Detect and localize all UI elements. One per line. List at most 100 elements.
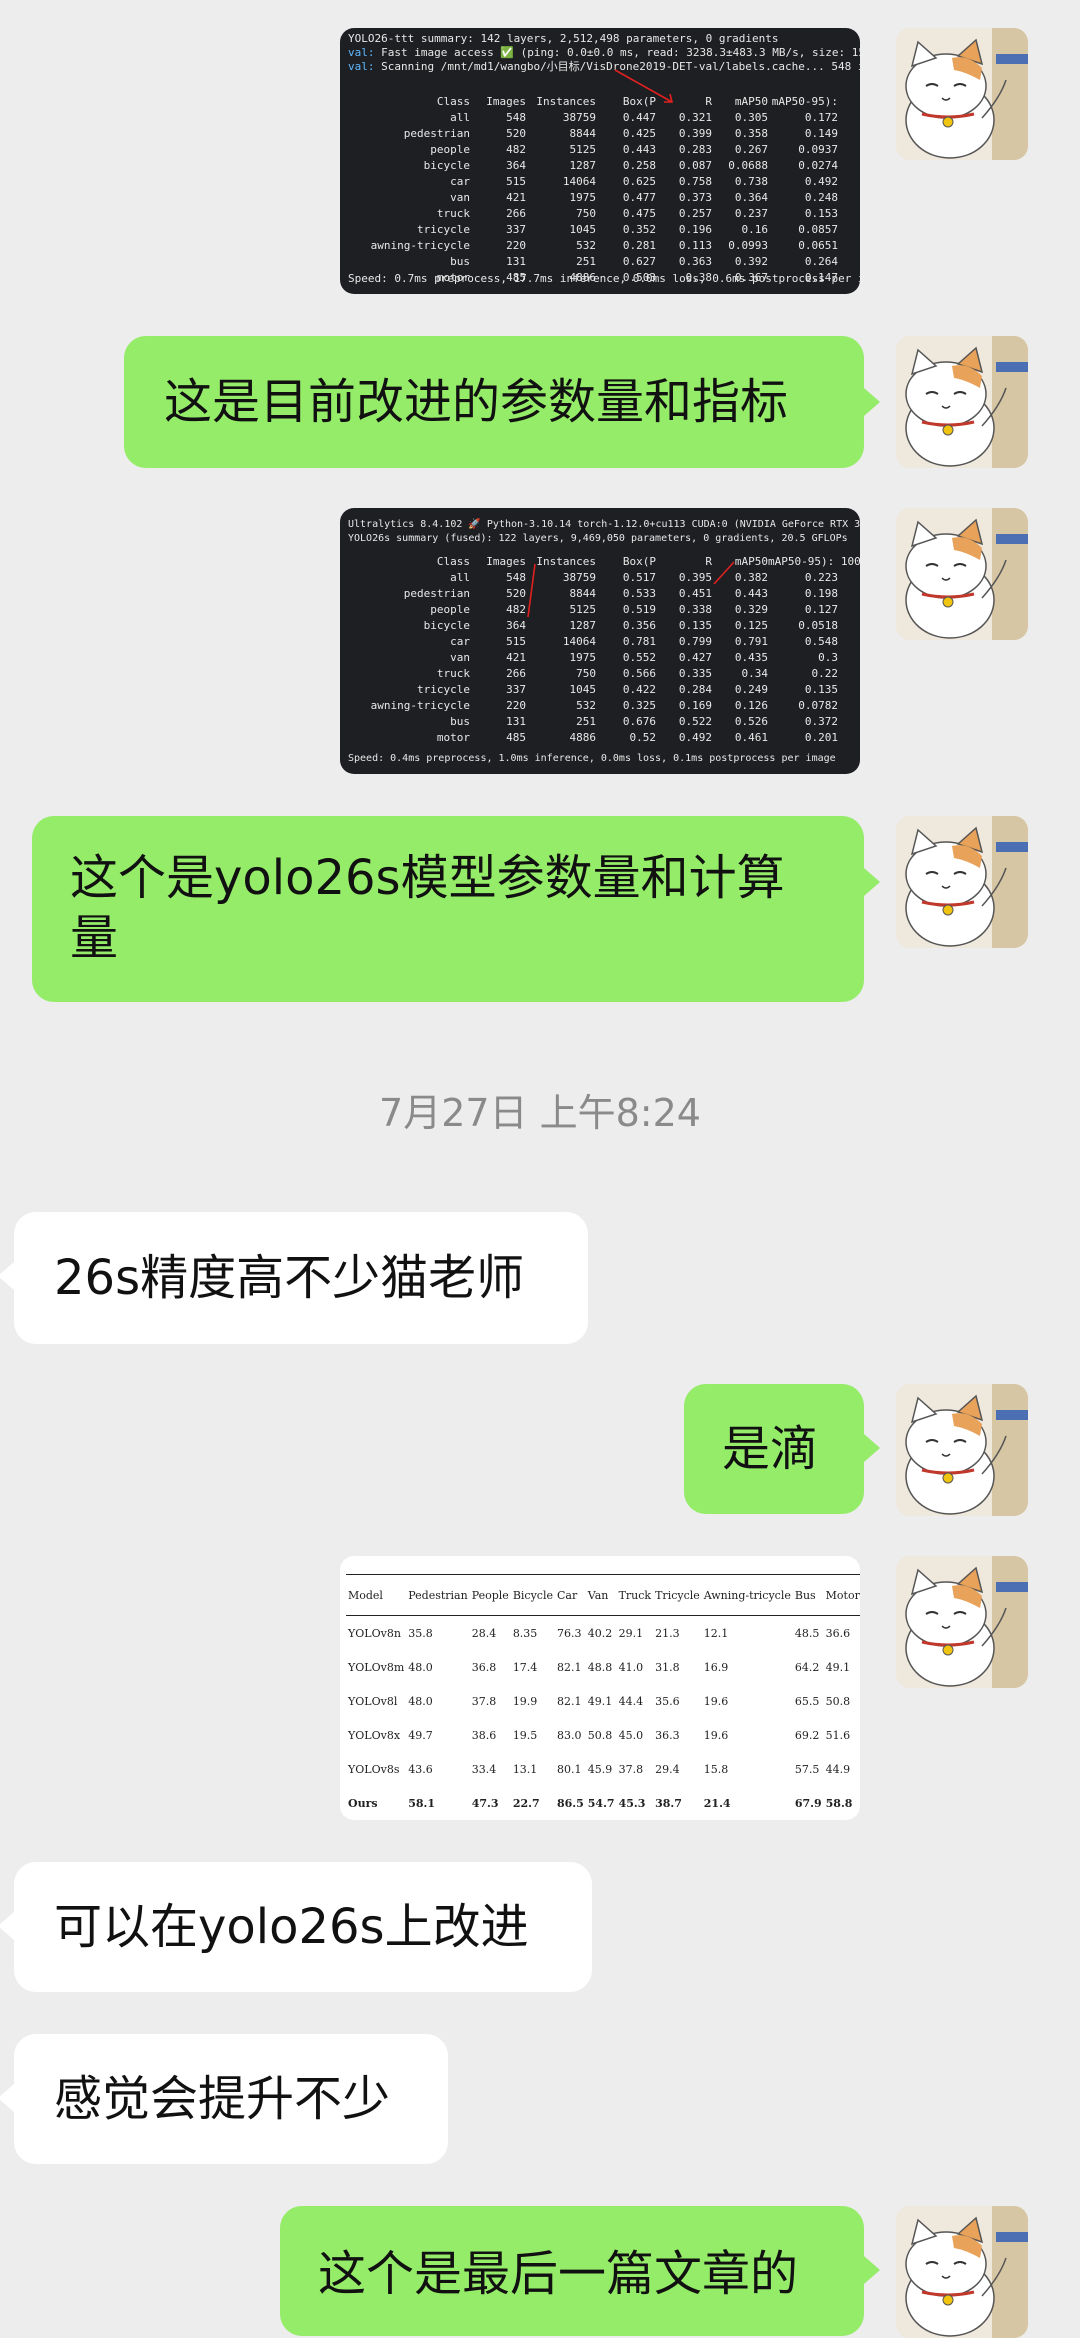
table-cell: 40.2 [587, 1626, 613, 1640]
table-cell: 45.9 [587, 1762, 613, 1776]
table-cell: 67.9 [792, 1786, 824, 1820]
metric-cell: 0.519 [622, 603, 656, 616]
message-bubble-sent[interactable]: 是滴 [684, 1384, 864, 1514]
paper-table-screenshot[interactable]: Model Pedestrian People Bicycle Car Van Truck T… [340, 1556, 860, 1820]
table-cell: 35.8 [408, 1626, 433, 1640]
message-text: 是滴 [722, 1421, 819, 1477]
metric-cell: 0.0782 [798, 699, 838, 712]
metric-cell: 532 [576, 239, 596, 252]
message-bubble-sent[interactable]: 这个是最后一篇文章的 [280, 2206, 864, 2336]
table-cell: 33.4 [471, 1762, 497, 1776]
metrics-row: pedestrian 520 8844 0.425 0.399 0.358 0.149 [360, 126, 838, 142]
metric-cell: 0.427 [678, 651, 712, 664]
avatar[interactable] [896, 336, 1028, 468]
metric-cell: mAP50-95): 100% [768, 555, 860, 568]
metric-cell: 0.281 [622, 239, 656, 252]
metric-cell: 0.196 [678, 223, 712, 236]
metric-cell: 0.0274 [798, 159, 838, 172]
metric-cell: 0.248 [804, 191, 838, 204]
table-cell: 41.0 [618, 1660, 644, 1674]
metric-cell: 0.127 [804, 603, 838, 616]
message-bubble-received[interactable]: 可以在yolo26s上改进 [14, 1862, 592, 1992]
table-cell: YOLOv8l [348, 1694, 398, 1708]
metric-cell: 0.34 [741, 667, 769, 680]
table-cell: 76.3 [556, 1626, 582, 1640]
metric-cell: 0.522 [678, 715, 712, 728]
metric-cell: 0.223 [804, 571, 838, 584]
table-cell: 80.1 [556, 1762, 582, 1776]
metric-cell: 548 [506, 571, 526, 584]
avatar[interactable] [896, 1556, 1028, 1688]
metric-cell: 0.237 [734, 207, 768, 220]
metrics-row: awning-tricycle 220 532 0.281 0.113 0.0993 0.0… [360, 238, 838, 254]
table-cell: 45.3 [616, 1786, 654, 1820]
table-cell: 37.8 [471, 1694, 497, 1708]
metric-cell: 0.0518 [798, 619, 838, 632]
table-header-cell: Model [346, 1574, 407, 1616]
metric-cell: 0.373 [678, 191, 712, 204]
table-cell: 58.1 [406, 1786, 470, 1820]
avatar[interactable] [896, 28, 1028, 160]
avatar[interactable] [896, 508, 1028, 640]
metric-cell: pedestrian [403, 127, 470, 140]
table-header-cell: People [469, 1574, 511, 1616]
metric-cell: van [450, 651, 470, 664]
terminal-screenshot-improved[interactable]: YOLO26-ttt summary: 142 layers, 2,512,49… [340, 28, 860, 294]
table-cell: 65.5 [794, 1694, 820, 1708]
message-text: 可以在yolo26s上改进 [54, 1899, 529, 1955]
metric-cell: 0.125 [734, 619, 768, 632]
message-text: 这个是yolo26s模型参数量和计算 [70, 850, 785, 906]
table-cell: 12.1 [703, 1626, 729, 1640]
avatar[interactable] [896, 816, 1028, 948]
metric-cell: 0.0651 [798, 239, 838, 252]
metrics-row: bicycle 364 1287 0.356 0.135 0.125 0.0518 [360, 618, 838, 634]
table-cell: 48.5 [794, 1626, 820, 1640]
metric-cell: 0.492 [804, 175, 838, 188]
metric-cell: motor [436, 731, 470, 744]
metric-cell: 0.52 [629, 731, 657, 744]
avatar[interactable] [896, 2206, 1028, 2338]
table-cell: 17.4 [512, 1660, 538, 1674]
metric-cell: 0.284 [678, 683, 712, 696]
metric-cell: 14064 [562, 635, 596, 648]
metric-cell: 0.283 [678, 143, 712, 156]
metric-cell: 0.799 [678, 635, 712, 648]
table-cell: 57.5 [794, 1762, 820, 1776]
metric-cell: people [430, 603, 470, 616]
metric-cell: 515 [506, 635, 526, 648]
message-bubble-sent[interactable]: 这个是yolo26s模型参数量和计算 量 [32, 816, 864, 1002]
table-cell: 21.3 [655, 1626, 680, 1640]
metrics-row: bus 131 251 0.676 0.522 0.526 0.372 [360, 714, 838, 730]
avatar[interactable] [896, 1384, 1028, 1516]
metric-cell: 0.126 [734, 699, 768, 712]
table-header-cell: Bus [792, 1574, 824, 1616]
metric-cell: mAP50 [734, 95, 768, 108]
metric-cell: 0.738 [734, 175, 768, 188]
metric-cell: 337 [506, 683, 526, 696]
metrics-row: awning-tricycle 220 532 0.325 0.169 0.126 0.07… [360, 698, 838, 714]
metric-cell: 0.087 [678, 159, 712, 172]
bubble-tail [0, 1912, 14, 1940]
metric-cell: 14064 [562, 175, 596, 188]
metrics-row: pedestrian 520 8844 0.533 0.451 0.443 0.198 [360, 586, 838, 602]
message-text: 感觉会提升不少 [54, 2071, 391, 2127]
metric-cell: 0.258 [622, 159, 656, 172]
cat-avatar-icon [896, 336, 1028, 468]
table-header-cell: Bicycle [510, 1574, 555, 1616]
metric-cell: Class [436, 95, 470, 108]
metric-cell: 1045 [569, 223, 597, 236]
message-bubble-received[interactable]: 26s精度高不少猫老师 [14, 1212, 588, 1344]
table-cell: 86.5 [554, 1786, 586, 1820]
terminal-screenshot-yolo26s[interactable]: Ultralytics 8.4.102 🚀 Python-3.10.14 tor… [340, 508, 860, 774]
metric-cell: 0.198 [804, 587, 838, 600]
metric-cell: 0.264 [804, 255, 838, 268]
metric-cell: 251 [576, 255, 596, 268]
val-label: val: [348, 46, 375, 59]
metric-cell: 0.0857 [798, 223, 838, 236]
metric-cell: 0.533 [622, 587, 656, 600]
metrics-row: car 515 14064 0.781 0.799 0.791 0.548 [360, 634, 838, 650]
metrics-row: van 421 1975 0.552 0.427 0.435 0.3 [360, 650, 838, 666]
message-bubble-received[interactable]: 感觉会提升不少 [14, 2034, 448, 2164]
message-bubble-sent[interactable]: 这是目前改进的参数量和指标 [124, 336, 864, 468]
bubble-tail [0, 1262, 14, 1290]
